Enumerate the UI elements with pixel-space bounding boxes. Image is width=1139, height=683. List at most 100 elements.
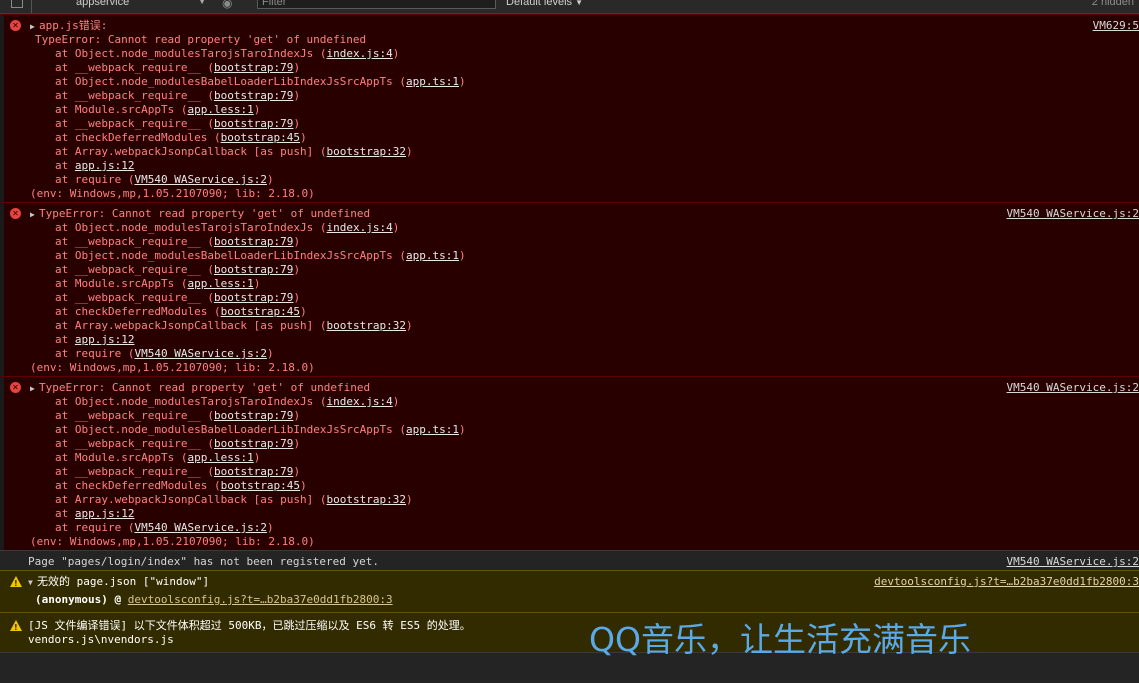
- frame-link[interactable]: VM540 WAService.js:2: [134, 521, 266, 534]
- frame-function: at require: [55, 173, 122, 186]
- frame-link[interactable]: app.ts:1: [406, 75, 459, 88]
- message-header[interactable]: ▼ 无效的 page.json ["window"]: [28, 575, 209, 590]
- frame-link[interactable]: bootstrap:79: [214, 117, 293, 130]
- frame-link[interactable]: bootstrap:79: [214, 437, 293, 450]
- expand-triangle-icon[interactable]: ▶: [30, 382, 39, 396]
- stack-frame: at Module.srcAppTs (app.less:1): [55, 277, 261, 290]
- frame-link[interactable]: VM540 WAService.js:2: [134, 173, 266, 186]
- frame-link[interactable]: VM540 WAService.js:2: [134, 347, 266, 360]
- hidden-count: 2 hidden: [1091, 0, 1134, 8]
- stack-frame: at app.js:12: [55, 507, 134, 521]
- source-link[interactable]: VM540 WAService.js:2: [1007, 207, 1139, 221]
- frame-link[interactable]: bootstrap:79: [214, 61, 293, 74]
- filter-input[interactable]: Filter: [257, 0, 496, 9]
- chevron-down-icon: ▼: [575, 0, 584, 7]
- frame-link[interactable]: devtoolsconfig.js?t=…b2ba37e0dd1fb2800:3: [128, 593, 393, 606]
- warning-icon: !: [10, 620, 22, 632]
- console-messages: ✕ ▶ app.js错误: VM629:5 TypeError: Cannot r…: [0, 14, 1139, 660]
- stack-frame: at Array.webpackJsonpCallback [as push] …: [55, 493, 413, 506]
- frame-link[interactable]: bootstrap:45: [221, 305, 300, 318]
- toolbar-divider: [31, 0, 32, 13]
- log-levels-dropdown[interactable]: Default levels ▼: [506, 0, 583, 8]
- stack-frame: at __webpack_require__ (bootstrap:79): [55, 291, 301, 304]
- context-value: appservice: [76, 0, 130, 8]
- stack-frame: at Object.node_modulesBabelLoaderLibInde…: [55, 249, 466, 262]
- frame-function: at: [55, 333, 69, 346]
- warning-message: ! ▼ 无效的 page.json ["window"] devtoolsconf…: [0, 570, 1139, 612]
- frame-link[interactable]: app.ts:1: [406, 423, 459, 436]
- frame-link[interactable]: bootstrap:32: [327, 319, 406, 332]
- frame-function: at __webpack_require__: [55, 409, 201, 422]
- stack-frame: at app.js:12: [55, 159, 134, 173]
- message-title: 无效的 page.json ["window"]: [37, 575, 210, 588]
- frame-function: at __webpack_require__: [55, 235, 201, 248]
- frame-link[interactable]: app.js:12: [75, 507, 135, 520]
- frame-link[interactable]: index.js:4: [327, 47, 393, 60]
- frame-link[interactable]: bootstrap:79: [214, 235, 293, 248]
- frame-link[interactable]: index.js:4: [327, 221, 393, 234]
- frame-link[interactable]: app.less:1: [187, 103, 253, 116]
- message-title: TypeError: Cannot read property 'get' of…: [39, 381, 371, 394]
- frame-link[interactable]: app.less:1: [187, 451, 253, 464]
- stack-frame: at __webpack_require__ (bootstrap:79): [55, 89, 301, 102]
- collapse-triangle-icon[interactable]: ▼: [28, 576, 37, 590]
- frame-link[interactable]: bootstrap:45: [221, 479, 300, 492]
- stack-frame: at Module.srcAppTs (app.less:1): [55, 451, 261, 464]
- stack-frame: at Module.srcAppTs (app.less:1): [55, 103, 261, 116]
- source-link[interactable]: VM540 WAService.js:2: [1007, 381, 1139, 395]
- frame-link[interactable]: app.js:12: [75, 333, 135, 346]
- message-title: TypeError: Cannot read property 'get' of…: [39, 207, 371, 220]
- env-info: (env: Windows,mp,1.05.2107090; lib: 2.18…: [30, 535, 315, 548]
- frame-link[interactable]: app.js:12: [75, 159, 135, 172]
- frame-link[interactable]: index.js:4: [327, 395, 393, 408]
- log-message: Page "pages/login/index" has not been re…: [0, 550, 1139, 570]
- stack-frame: at __webpack_require__ (bootstrap:79): [55, 117, 301, 130]
- message-gutter: [0, 203, 4, 376]
- log-levels-label: Default levels: [506, 0, 573, 8]
- frame-link[interactable]: app.ts:1: [406, 249, 459, 262]
- error-icon: ✕: [10, 208, 21, 219]
- frame-function: at __webpack_require__: [55, 437, 201, 450]
- frame-link[interactable]: app.less:1: [187, 277, 253, 290]
- stack-frame: at __webpack_require__ (bootstrap:79): [55, 409, 301, 422]
- frame-function: at checkDeferredModules: [55, 131, 208, 144]
- stack-frame: at Object.node_modulesTarojsTaroIndexJs …: [55, 395, 400, 408]
- frame-link[interactable]: bootstrap:45: [221, 131, 300, 144]
- frame-function: at checkDeferredModules: [55, 479, 208, 492]
- source-link[interactable]: devtoolsconfig.js?t=…b2ba37e0dd1fb2800:3: [874, 575, 1139, 589]
- source-link[interactable]: VM629:5: [1093, 19, 1139, 33]
- frame-function: at __webpack_require__: [55, 263, 201, 276]
- frame-label: (anonymous) @: [35, 593, 122, 606]
- error-text: TypeError: Cannot read property 'get' of…: [35, 33, 367, 46]
- console-toolbar: appservice ▼ ◉ Filter Default levels ▼ 2…: [0, 0, 1139, 14]
- sidebar-toggle-icon[interactable]: [11, 0, 23, 8]
- frame-function: at: [55, 507, 69, 520]
- context-selector[interactable]: appservice ▼: [73, 0, 206, 10]
- expand-triangle-icon[interactable]: ▶: [30, 20, 39, 34]
- frame-link[interactable]: bootstrap:32: [327, 493, 406, 506]
- frame-function: at Array.webpackJsonpCallback [as push]: [55, 493, 314, 506]
- frame-link[interactable]: bootstrap:79: [214, 89, 293, 102]
- dropdown-arrow-icon: ▼: [198, 0, 206, 6]
- frame-link[interactable]: bootstrap:32: [327, 145, 406, 158]
- message-header[interactable]: ▶ TypeError: Cannot read property 'get' o…: [30, 381, 370, 396]
- stack-frame: at __webpack_require__ (bootstrap:79): [55, 437, 301, 450]
- expand-triangle-icon[interactable]: ▶: [30, 208, 39, 222]
- message-header[interactable]: ▶ TypeError: Cannot read property 'get' o…: [30, 207, 370, 222]
- frame-link[interactable]: bootstrap:79: [214, 291, 293, 304]
- frame-function: at __webpack_require__: [55, 61, 201, 74]
- message-header[interactable]: ▶ app.js错误:: [30, 19, 107, 34]
- call-frame: (anonymous) @ devtoolsconfig.js?t=…b2ba3…: [35, 593, 393, 607]
- frame-link[interactable]: bootstrap:79: [214, 465, 293, 478]
- error-icon: ✕: [10, 382, 21, 393]
- stack-frame: at __webpack_require__ (bootstrap:79): [55, 235, 301, 248]
- stack-frame: at __webpack_require__ (bootstrap:79): [55, 61, 301, 74]
- stack-frame: at Object.node_modulesTarojsTaroIndexJs …: [55, 47, 400, 60]
- live-expression-eye-icon[interactable]: ◉: [222, 0, 240, 10]
- source-link[interactable]: VM540 WAService.js:2: [1007, 555, 1139, 569]
- stack-frame: at require (VM540 WAService.js:2): [55, 347, 274, 360]
- frame-link[interactable]: bootstrap:79: [214, 263, 293, 276]
- frame-function: at checkDeferredModules: [55, 305, 208, 318]
- frame-function: at __webpack_require__: [55, 117, 201, 130]
- frame-link[interactable]: bootstrap:79: [214, 409, 293, 422]
